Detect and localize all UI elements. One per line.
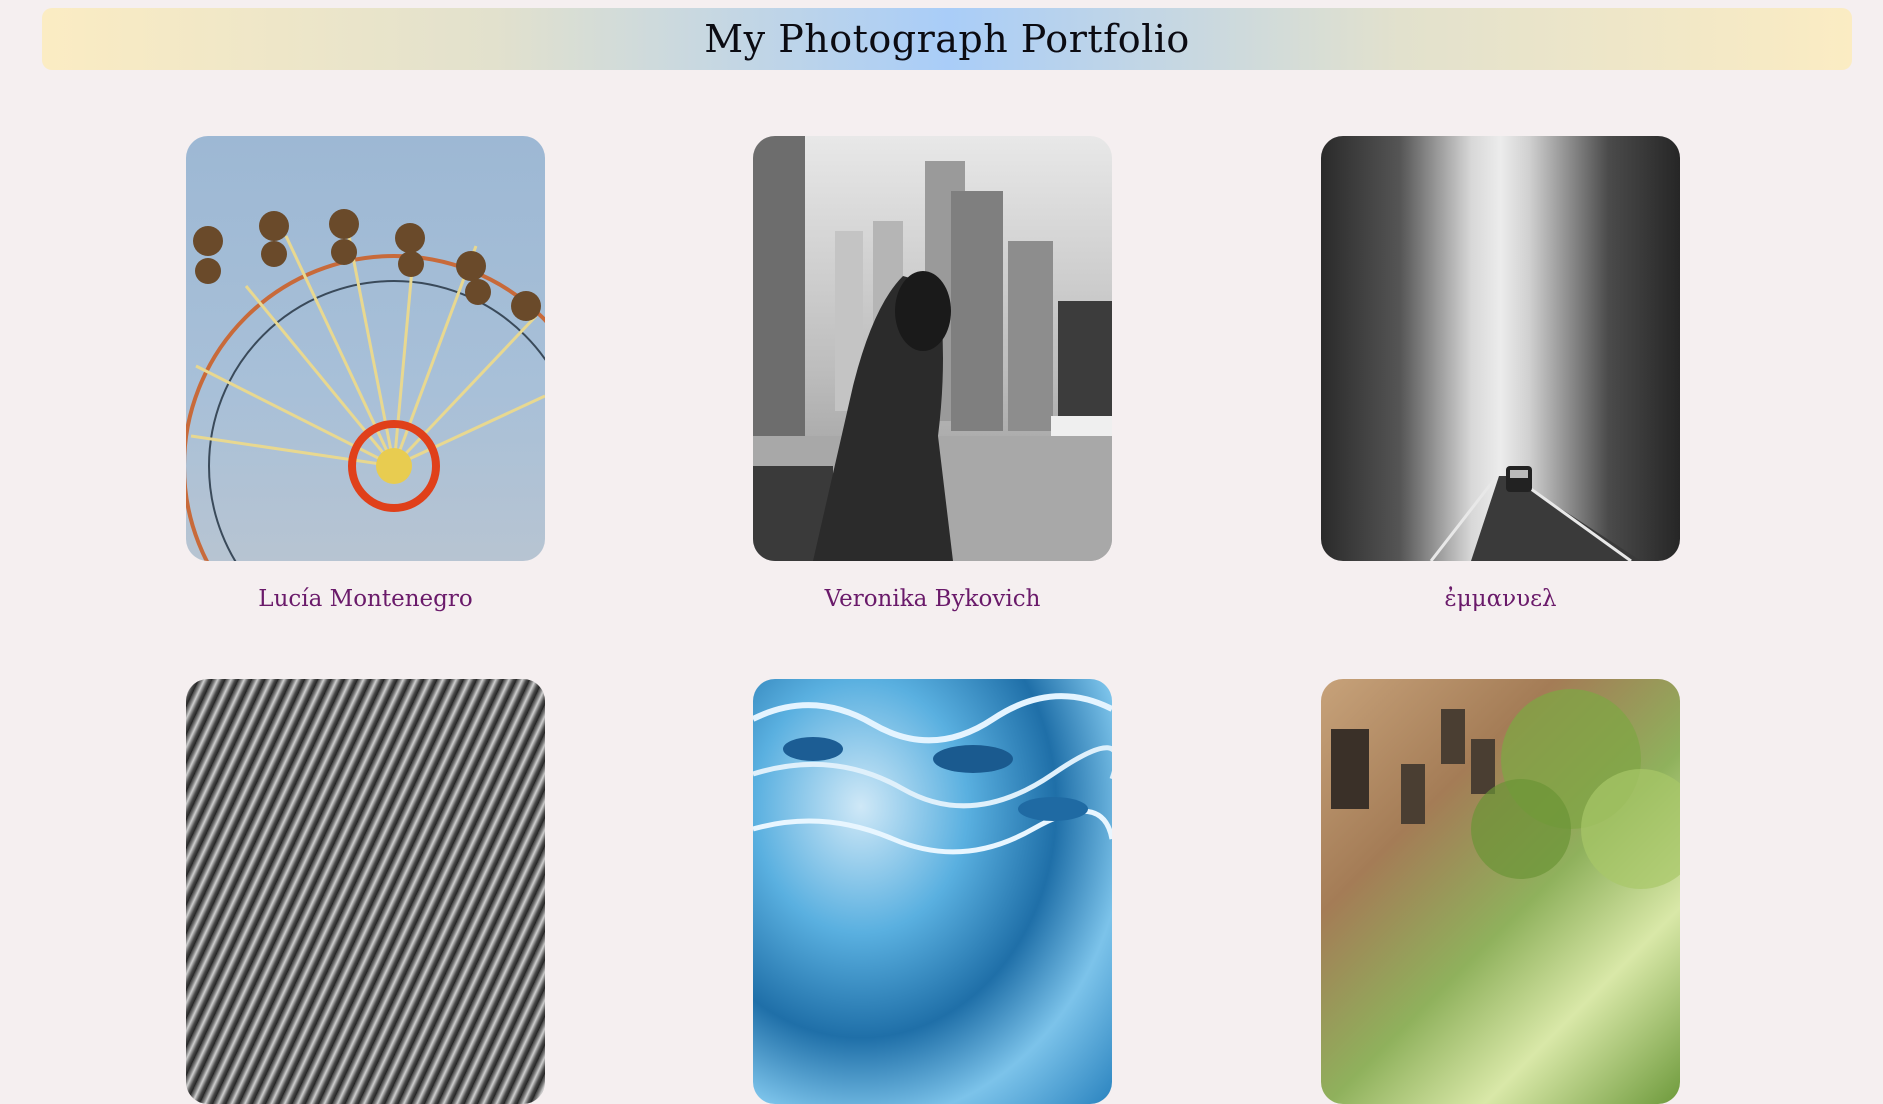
building-tree-photo[interactable] <box>1321 679 1680 1104</box>
gallery-card[interactable] <box>1321 679 1680 1104</box>
photographer-name[interactable]: Lucía Montenegro <box>186 586 545 612</box>
page-header: My Photograph Portfolio <box>42 8 1852 70</box>
gallery-card[interactable] <box>186 679 545 1104</box>
city-woman-photo[interactable] <box>753 136 1112 561</box>
gallery-card[interactable]: Lucía Montenegro <box>186 136 545 612</box>
gallery-card[interactable]: Veronika Bykovich <box>753 136 1112 612</box>
gallery-card[interactable] <box>753 679 1112 1104</box>
photographer-name[interactable]: ἐμμανυελ <box>1321 586 1680 612</box>
gallery-card[interactable]: ἐμμανυελ <box>1321 136 1680 612</box>
foggy-road-photo[interactable] <box>1321 136 1680 561</box>
blue-ice-photo[interactable] <box>753 679 1112 1104</box>
page-title: My Photograph Portfolio <box>704 17 1190 61</box>
ferris-wheel-photo[interactable] <box>186 136 545 561</box>
photographer-name[interactable]: Veronika Bykovich <box>753 586 1112 612</box>
grass-photo[interactable] <box>186 679 545 1104</box>
